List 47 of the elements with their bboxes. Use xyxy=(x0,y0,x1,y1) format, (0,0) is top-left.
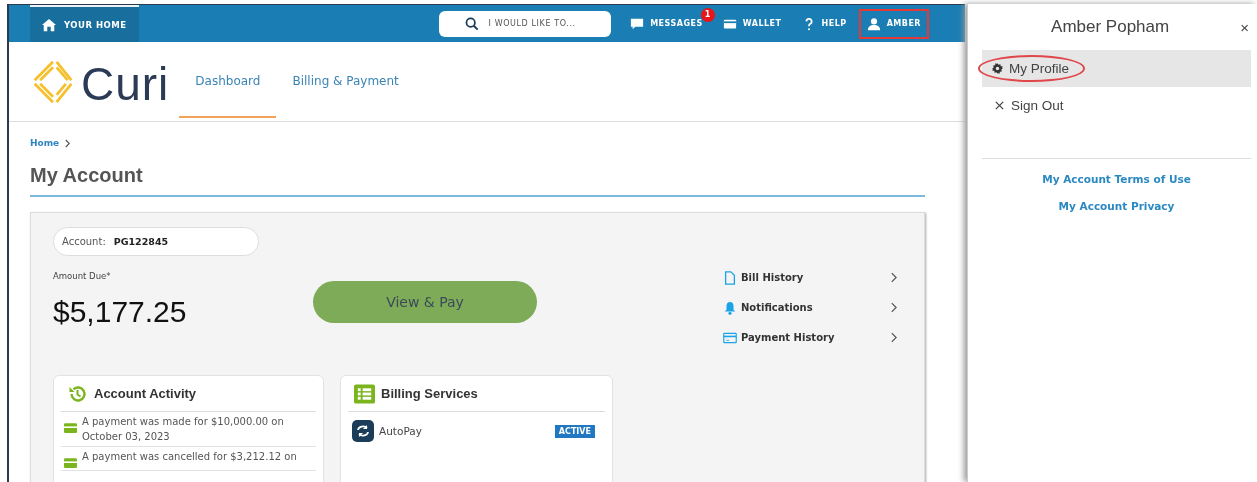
list-icon xyxy=(354,383,375,404)
user-menu-link[interactable]: AMBER xyxy=(858,8,929,39)
search-icon xyxy=(464,16,479,31)
logo-wordmark: Curi xyxy=(81,60,170,107)
view-and-pay-button[interactable]: View & Pay xyxy=(313,281,537,323)
account-number: PG122845 xyxy=(113,236,169,247)
search-field[interactable]: I WOULD LIKE TO... xyxy=(438,10,611,37)
card-icon xyxy=(64,423,77,433)
nav-tab[interactable]: Billing & Payment xyxy=(280,45,411,118)
bell-icon xyxy=(723,300,737,315)
amount-due-label: Amount Due* xyxy=(53,271,112,281)
repeat-arrows-icon xyxy=(352,420,374,442)
quick-link[interactable]: Bill History xyxy=(723,268,897,287)
quick-link[interactable]: Payment History xyxy=(723,328,897,347)
gear-icon xyxy=(992,63,1003,74)
close-button[interactable]: × xyxy=(1238,18,1251,36)
status-badge: ACTIVE xyxy=(554,424,595,438)
nav-tab[interactable]: Dashboard xyxy=(179,45,277,118)
panel-link[interactable]: My Account Privacy xyxy=(982,200,1251,212)
chevron-right-icon xyxy=(64,138,72,148)
chevron-right-icon xyxy=(890,272,897,283)
chevron-right-icon xyxy=(890,302,897,313)
quick-link[interactable]: Notifications xyxy=(723,298,897,317)
history-icon xyxy=(67,383,88,404)
activity-text: A payment was made for $10,000.00 on October 03, 2023 xyxy=(82,415,285,444)
card-title: Billing Services xyxy=(381,386,478,401)
page-title: My Account xyxy=(30,164,925,197)
chevron-right-icon xyxy=(890,332,897,343)
help-link[interactable]: HELP xyxy=(793,8,855,39)
menu-item[interactable]: Sign Out xyxy=(982,87,1251,124)
card-icon xyxy=(64,458,77,468)
document-icon xyxy=(723,270,737,285)
activity-text: A payment was cancelled for $3,212.12 on xyxy=(82,450,297,464)
home-link[interactable]: YOUR HOME xyxy=(30,5,139,42)
card-icon xyxy=(723,330,737,345)
card-title: Account Activity xyxy=(94,386,197,401)
close-icon xyxy=(994,100,1005,111)
speech-bubble-icon xyxy=(630,16,645,31)
service-name: AutoPay xyxy=(379,425,423,437)
amount-due: $5,177.25 xyxy=(53,295,188,329)
breadcrumb-link[interactable]: Home xyxy=(30,138,60,148)
wallet-link[interactable]: WALLET xyxy=(714,8,790,39)
house-icon xyxy=(42,17,56,32)
account-label: Account: xyxy=(62,236,106,247)
user-name: Amber Popham xyxy=(1050,17,1171,37)
panel-link[interactable]: My Account Terms of Use xyxy=(982,173,1251,185)
person-icon xyxy=(866,16,881,31)
